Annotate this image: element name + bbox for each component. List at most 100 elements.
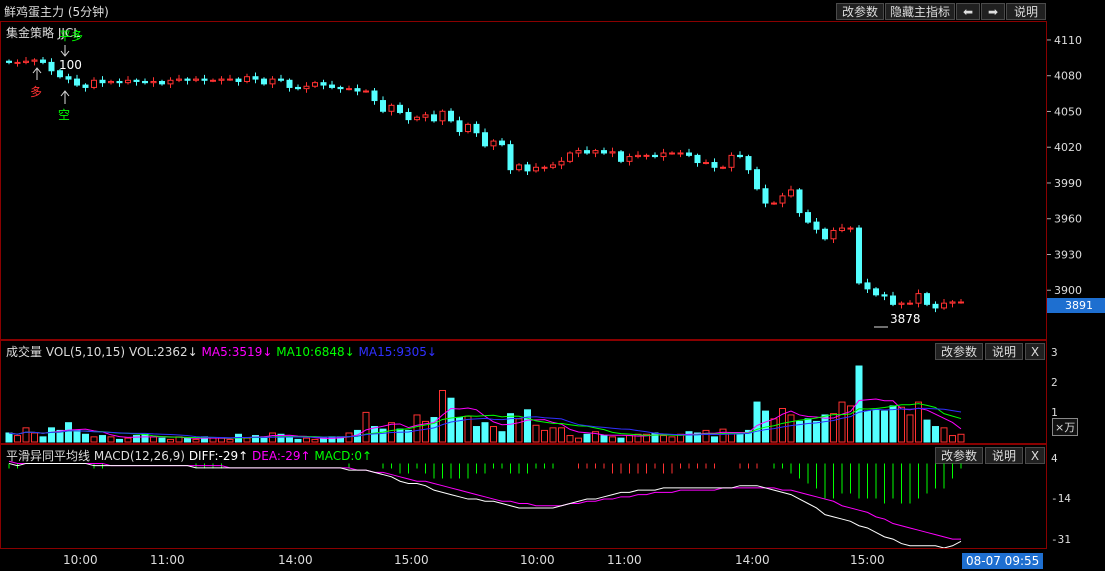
candle-body (167, 79, 174, 85)
candle-body (286, 79, 293, 88)
macd-panel: 平滑异同平均线 MACD(12,26,9) DIFF:-29↑ DEA:-29↑… (0, 444, 1047, 549)
last-price-badge: 3891 (1047, 298, 1105, 313)
volume-bar (184, 437, 191, 443)
candle-body (210, 79, 216, 82)
candle-body (541, 166, 548, 169)
candle-body (592, 150, 599, 154)
candle-body (507, 144, 514, 171)
candle-body (176, 78, 182, 81)
candle-body (133, 79, 140, 82)
candle-body (439, 110, 446, 122)
volume-bar (294, 438, 302, 443)
volume-bar (753, 401, 761, 443)
candle-body (14, 61, 21, 64)
macd-tick: -31 (1051, 533, 1071, 546)
candle-body (465, 123, 471, 133)
volume-bar (124, 437, 132, 443)
volume-bar (286, 436, 293, 443)
candle-body (312, 82, 318, 87)
volume-bar (668, 436, 676, 443)
macd-tick: 4 (1051, 452, 1058, 465)
price-tick-label: 3930 (1054, 248, 1082, 261)
candle-body (346, 88, 352, 91)
volume-bar (311, 438, 319, 443)
volume-bar (524, 409, 531, 443)
volume-bar (821, 414, 829, 443)
candle-body (448, 110, 454, 122)
candle-body (252, 76, 259, 80)
price-tick-label: 4110 (1054, 34, 1082, 47)
candle-body (822, 228, 828, 240)
price-tick-label: 4020 (1054, 141, 1082, 154)
candle-body (99, 79, 106, 84)
candle-body (643, 154, 650, 157)
candle-body (584, 150, 590, 154)
volume-bar (218, 437, 225, 443)
volume-bar (532, 424, 540, 443)
candle-body (74, 78, 80, 86)
candle-body (244, 76, 250, 82)
time-label: 10:00 (63, 553, 98, 567)
time-label: 15:00 (850, 553, 885, 567)
volume-bar (541, 429, 548, 443)
candle-body (261, 78, 267, 85)
candle-body (269, 78, 276, 85)
candle-body (193, 78, 199, 81)
candle-body (737, 154, 743, 158)
candle-body (337, 86, 344, 90)
volume-unit-button[interactable]: ×万 (1052, 418, 1079, 436)
candle-body (278, 78, 284, 81)
volume-bar (872, 409, 880, 443)
change-params-button[interactable]: 改参数 (836, 3, 884, 20)
candle-body (456, 120, 463, 133)
candle-body (388, 104, 395, 112)
volume-bar (22, 427, 30, 443)
volume-bar (549, 427, 557, 443)
candle-body (150, 80, 157, 84)
volume-bar (864, 410, 871, 443)
volume-bar (14, 435, 21, 443)
candle-body (414, 116, 420, 121)
candle-body (771, 202, 777, 205)
prev-arrow-icon[interactable]: ⬅ (956, 3, 980, 20)
volume-bar (617, 437, 625, 443)
volume-bar (804, 418, 812, 443)
candle-body (796, 189, 803, 214)
candle-body (694, 154, 701, 164)
volume-bar (583, 433, 591, 443)
hide-main-indicator-button[interactable]: 隐藏主指标 (885, 3, 955, 20)
candle-body (108, 80, 114, 84)
candle-body (142, 80, 148, 84)
candle-body (864, 282, 871, 290)
candle-body (915, 293, 922, 304)
candle-body (23, 60, 29, 63)
candle-body (873, 288, 879, 296)
candle-body (907, 302, 913, 305)
macd-diff-line (8, 462, 962, 548)
volume-tick: 3 (1051, 346, 1058, 359)
candle-body (601, 150, 607, 154)
candle-body (626, 156, 633, 162)
help-button[interactable]: 说明 (1006, 3, 1046, 20)
candle-body (754, 169, 760, 190)
window-title: 鲜鸡蛋主力 (5分钟) (4, 5, 109, 19)
price-tick-label: 4080 (1054, 70, 1082, 83)
candle-body (516, 164, 522, 171)
time-label: 10:00 (520, 553, 555, 567)
next-arrow-icon[interactable]: ➡ (981, 3, 1005, 20)
candle-body (533, 166, 539, 172)
candle-body (482, 132, 488, 147)
volume-bar (940, 427, 948, 443)
candle-body (813, 221, 820, 230)
candlestick-chart: 多空 平多 100 3878 (6, 29, 964, 328)
candle-body (932, 303, 939, 309)
candle-body (703, 162, 709, 165)
price-tick-label: 4050 (1054, 105, 1082, 118)
volume-bar (192, 438, 200, 443)
candle-body (669, 152, 675, 155)
candle-body (652, 154, 658, 158)
volume-bar (413, 414, 421, 443)
volume-bar (711, 436, 718, 443)
volume-bar (719, 428, 727, 443)
candle-body (762, 188, 769, 204)
